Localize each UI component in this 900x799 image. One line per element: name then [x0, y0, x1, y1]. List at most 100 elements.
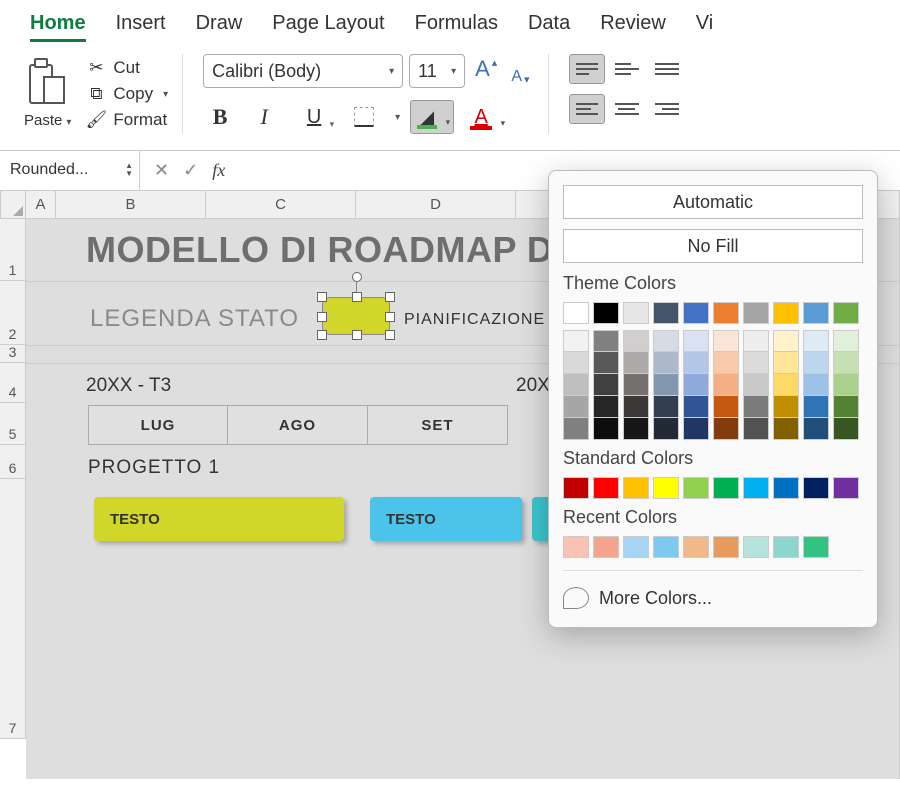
- color-swatch[interactable]: [623, 477, 649, 499]
- color-swatch[interactable]: [593, 536, 619, 558]
- row-2[interactable]: 2: [0, 281, 26, 345]
- color-swatch[interactable]: [683, 302, 709, 324]
- color-swatch[interactable]: [803, 374, 829, 396]
- color-swatch[interactable]: [653, 477, 679, 499]
- row-1[interactable]: 1: [0, 219, 26, 281]
- color-swatch[interactable]: [563, 352, 589, 374]
- task-bar-cyan[interactable]: TESTO: [370, 497, 522, 541]
- color-swatch[interactable]: [683, 418, 709, 440]
- row-7[interactable]: 7: [0, 479, 26, 739]
- color-swatch[interactable]: [683, 374, 709, 396]
- color-swatch[interactable]: [803, 536, 829, 558]
- col-B[interactable]: B: [56, 191, 206, 219]
- font-color-button[interactable]: A▾: [464, 100, 508, 134]
- color-swatch[interactable]: [743, 536, 769, 558]
- color-swatch[interactable]: [623, 374, 649, 396]
- color-swatch[interactable]: [683, 330, 709, 352]
- color-swatch[interactable]: [833, 302, 859, 324]
- border-button[interactable]: [347, 100, 381, 134]
- align-middle-button[interactable]: [609, 54, 645, 84]
- tab-data[interactable]: Data: [528, 12, 570, 42]
- tab-insert[interactable]: Insert: [116, 12, 166, 42]
- font-name-combo[interactable]: Calibri (Body)▾: [203, 54, 403, 88]
- color-swatch[interactable]: [773, 477, 799, 499]
- color-swatch[interactable]: [743, 302, 769, 324]
- chevron-down-icon[interactable]: ▾: [395, 112, 400, 123]
- tab-formulas[interactable]: Formulas: [415, 12, 498, 42]
- col-A[interactable]: A: [26, 191, 56, 219]
- copy-button[interactable]: ⧉Copy▾: [85, 84, 168, 104]
- resize-handle[interactable]: [317, 330, 327, 340]
- confirm-formula-icon[interactable]: ✓: [183, 160, 198, 181]
- color-swatch[interactable]: [803, 352, 829, 374]
- color-swatch[interactable]: [743, 330, 769, 352]
- color-swatch[interactable]: [713, 352, 739, 374]
- color-swatch[interactable]: [803, 418, 829, 440]
- tab-home[interactable]: Home: [30, 12, 86, 42]
- color-swatch[interactable]: [653, 396, 679, 418]
- color-swatch[interactable]: [563, 396, 589, 418]
- fx-icon[interactable]: fx: [212, 160, 225, 181]
- color-swatch[interactable]: [563, 418, 589, 440]
- color-swatch[interactable]: [593, 477, 619, 499]
- color-swatch[interactable]: [623, 330, 649, 352]
- color-swatch[interactable]: [803, 330, 829, 352]
- color-swatch[interactable]: [833, 396, 859, 418]
- resize-handle[interactable]: [385, 292, 395, 302]
- align-top-button[interactable]: [569, 54, 605, 84]
- color-swatch[interactable]: [713, 330, 739, 352]
- color-swatch[interactable]: [833, 330, 859, 352]
- color-swatch[interactable]: [773, 536, 799, 558]
- cancel-formula-icon[interactable]: ✕: [154, 160, 169, 181]
- color-swatch[interactable]: [683, 396, 709, 418]
- color-swatch[interactable]: [683, 352, 709, 374]
- color-swatch[interactable]: [743, 418, 769, 440]
- more-colors-button[interactable]: More Colors...: [563, 583, 863, 613]
- color-swatch[interactable]: [773, 396, 799, 418]
- underline-button[interactable]: U: [291, 100, 337, 134]
- color-swatch[interactable]: [623, 418, 649, 440]
- decrease-font-button[interactable]: A▾: [507, 54, 533, 88]
- bold-button[interactable]: B: [203, 100, 237, 134]
- color-swatch[interactable]: [653, 352, 679, 374]
- italic-button[interactable]: I: [247, 100, 281, 134]
- row-4[interactable]: 4: [0, 363, 26, 403]
- color-swatch[interactable]: [563, 477, 589, 499]
- cut-button[interactable]: ✂︎Cut: [85, 58, 168, 78]
- color-swatch[interactable]: [563, 536, 589, 558]
- increase-font-button[interactable]: A▴: [471, 54, 501, 88]
- row-5[interactable]: 5: [0, 403, 26, 445]
- color-swatch[interactable]: [593, 396, 619, 418]
- color-swatch[interactable]: [653, 374, 679, 396]
- align-center-button[interactable]: [609, 94, 645, 124]
- color-swatch[interactable]: [593, 418, 619, 440]
- resize-handle[interactable]: [385, 312, 395, 322]
- selected-shape[interactable]: [322, 297, 390, 335]
- color-swatch[interactable]: [593, 352, 619, 374]
- color-swatch[interactable]: [833, 374, 859, 396]
- resize-handle[interactable]: [317, 312, 327, 322]
- color-swatch[interactable]: [833, 477, 859, 499]
- resize-handle[interactable]: [352, 330, 362, 340]
- color-swatch[interactable]: [593, 330, 619, 352]
- color-swatch[interactable]: [743, 374, 769, 396]
- color-swatch[interactable]: [713, 536, 739, 558]
- col-D[interactable]: D: [356, 191, 516, 219]
- col-C[interactable]: C: [206, 191, 356, 219]
- tab-review[interactable]: Review: [600, 12, 666, 42]
- align-right-button[interactable]: [649, 94, 685, 124]
- color-swatch[interactable]: [593, 302, 619, 324]
- color-swatch[interactable]: [683, 536, 709, 558]
- automatic-color-button[interactable]: Automatic: [563, 185, 863, 219]
- color-swatch[interactable]: [773, 374, 799, 396]
- color-swatch[interactable]: [773, 302, 799, 324]
- color-swatch[interactable]: [773, 418, 799, 440]
- color-swatch[interactable]: [773, 352, 799, 374]
- no-fill-button[interactable]: No Fill: [563, 229, 863, 263]
- tab-page-layout[interactable]: Page Layout: [272, 12, 384, 42]
- paste-button[interactable]: Paste▾: [24, 58, 71, 129]
- color-swatch[interactable]: [653, 536, 679, 558]
- color-swatch[interactable]: [623, 302, 649, 324]
- color-swatch[interactable]: [563, 302, 589, 324]
- color-swatch[interactable]: [653, 330, 679, 352]
